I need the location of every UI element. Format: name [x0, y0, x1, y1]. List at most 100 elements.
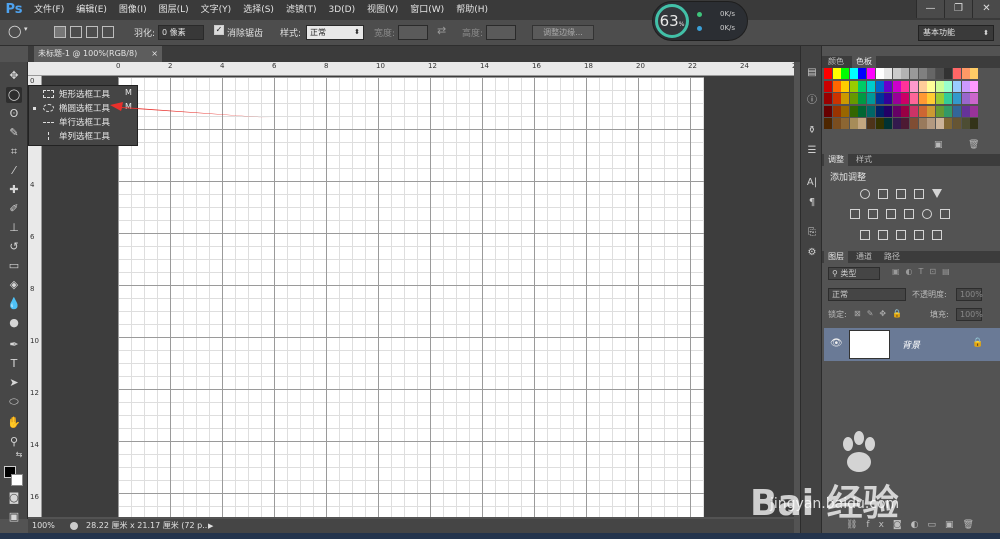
color-swatch[interactable]	[927, 68, 936, 79]
color-swatch[interactable]	[953, 118, 961, 129]
paint-bucket-tool-icon[interactable]: ◈	[6, 277, 22, 293]
play-arrow-icon[interactable]: ▶	[208, 519, 213, 533]
color-swatch[interactable]	[901, 105, 910, 117]
color-swatch[interactable]	[824, 105, 832, 117]
color-swatch[interactable]	[935, 118, 944, 129]
antialias-checkbox[interactable]: ✓	[214, 25, 224, 35]
color-swatch[interactable]	[841, 105, 850, 117]
color-swatch[interactable]	[970, 68, 979, 79]
photo-filter-icon[interactable]	[904, 209, 914, 219]
color-swatch[interactable]	[867, 80, 875, 92]
color-swatch[interactable]	[944, 118, 953, 129]
minimize-button[interactable]: —	[916, 0, 944, 18]
healing-brush-tool-icon[interactable]: ✚	[6, 182, 22, 198]
color-swatch[interactable]	[884, 68, 893, 79]
color-swatch[interactable]	[858, 80, 867, 92]
close-tab-icon[interactable]: ×	[151, 46, 158, 62]
color-swatch[interactable]	[935, 80, 944, 92]
color-swatch[interactable]	[892, 80, 901, 92]
color-swatch[interactable]	[961, 93, 970, 104]
menu-item[interactable]: 选择(S)	[237, 0, 280, 20]
layer-filter-select[interactable]: ⚲ 类型	[828, 267, 880, 280]
intersect-selection-icon[interactable]	[102, 26, 114, 38]
color-swatch[interactable]	[858, 93, 867, 104]
clone-stamp-tool-icon[interactable]: ⊥	[6, 220, 22, 236]
brush-tool-icon[interactable]: ✐	[6, 201, 22, 217]
menu-item[interactable]: 文件(F)	[28, 0, 70, 20]
invert-icon[interactable]	[860, 230, 870, 240]
tab-layers[interactable]: 图层	[824, 251, 848, 263]
color-swatch[interactable]	[867, 93, 875, 104]
threshold-icon[interactable]	[896, 230, 906, 240]
workspace-select[interactable]: 基本功能 ⬍	[918, 25, 994, 41]
chevron-down-icon[interactable]: ▾	[24, 25, 28, 33]
color-swatch[interactable]	[961, 105, 970, 117]
color-swatch[interactable]	[892, 68, 901, 79]
color-swatch[interactable]	[892, 93, 901, 104]
color-swatch[interactable]	[892, 118, 901, 129]
hand-tool-icon[interactable]: ✋	[6, 415, 22, 431]
lasso-tool-icon[interactable]: ʘ	[6, 106, 22, 122]
color-swatch[interactable]	[953, 80, 961, 92]
menu-item[interactable]: 图层(L)	[153, 0, 195, 20]
color-swatch[interactable]	[884, 118, 893, 129]
color-swatch[interactable]	[953, 93, 961, 104]
selective-color-icon[interactable]	[932, 230, 942, 240]
path-selection-tool-icon[interactable]: ➤	[6, 375, 22, 391]
brightness-icon[interactable]	[860, 189, 870, 199]
feather-input[interactable]: 0 像素	[158, 25, 204, 40]
swap-colors-icon[interactable]: ⇆	[14, 450, 24, 460]
menu-item[interactable]: 视图(V)	[361, 0, 404, 20]
swap-icon[interactable]: ⇄	[437, 24, 446, 37]
color-swatch[interactable]	[927, 93, 936, 104]
tab-color[interactable]: 颜色	[824, 56, 848, 68]
menu-item[interactable]: 帮助(H)	[450, 0, 494, 20]
color-swatch[interactable]	[832, 68, 841, 79]
brush-panel-icon[interactable]: ⚱	[805, 124, 819, 138]
zoom-tool-icon[interactable]: ⚲	[6, 434, 22, 450]
eye-icon[interactable]: 👁	[830, 338, 843, 349]
layer-row-background[interactable]: 👁 背景 🔒	[824, 328, 1000, 361]
tool-presets-icon[interactable]: ⚙	[805, 246, 819, 260]
color-swatch[interactable]	[824, 118, 832, 129]
color-swatch[interactable]	[832, 80, 841, 92]
zoom-level[interactable]: 100%	[32, 519, 55, 533]
clone-source-icon[interactable]: ⎘	[805, 226, 819, 240]
color-swatch[interactable]	[910, 105, 918, 117]
color-swatch[interactable]	[849, 80, 858, 92]
color-swatch[interactable]	[824, 80, 832, 92]
color-swatch[interactable]	[841, 93, 850, 104]
color-swatch[interactable]	[901, 93, 910, 104]
color-swatch[interactable]	[875, 105, 884, 117]
color-swatch[interactable]	[875, 118, 884, 129]
color-swatch[interactable]	[849, 93, 858, 104]
new-selection-icon[interactable]	[54, 26, 66, 38]
ellipse-marquee-tool-icon[interactable]: ◯	[6, 87, 22, 103]
color-balance-icon[interactable]	[868, 209, 878, 219]
add-selection-icon[interactable]	[70, 26, 82, 38]
color-swatch[interactable]	[849, 68, 858, 79]
color-swatch[interactable]	[918, 93, 927, 104]
color-swatch[interactable]	[918, 105, 927, 117]
screen-mode-icon[interactable]: ▣	[6, 509, 22, 525]
color-swatch[interactable]	[875, 80, 884, 92]
brush-presets-icon[interactable]: ☰	[805, 144, 819, 158]
color-swatch[interactable]	[832, 105, 841, 117]
color-swatch[interactable]	[927, 105, 936, 117]
color-swatch[interactable]	[970, 105, 979, 117]
document-tab[interactable]: 未标题-1 @ 100%(RGB/8) ×	[34, 46, 162, 62]
tab-paths[interactable]: 路径	[880, 251, 904, 263]
color-swatch[interactable]	[935, 68, 944, 79]
crop-tool-icon[interactable]: ⌗	[6, 144, 22, 160]
maximize-button[interactable]: ❐	[944, 0, 972, 18]
subtract-selection-icon[interactable]	[86, 26, 98, 38]
blur-tool-icon[interactable]: 💧	[6, 296, 22, 312]
move-tool-icon[interactable]: ✥	[6, 68, 22, 84]
color-swatch[interactable]	[884, 93, 893, 104]
history-panel-icon[interactable]: ▤	[805, 66, 819, 80]
color-swatch[interactable]	[970, 80, 979, 92]
color-swatch[interactable]	[832, 118, 841, 129]
layer-filter-icons[interactable]: ▣◐T⊡▤	[892, 267, 956, 276]
single-column-marquee-item[interactable]: 单列选框工具	[29, 129, 137, 143]
menu-item[interactable]: 图像(I)	[113, 0, 153, 20]
